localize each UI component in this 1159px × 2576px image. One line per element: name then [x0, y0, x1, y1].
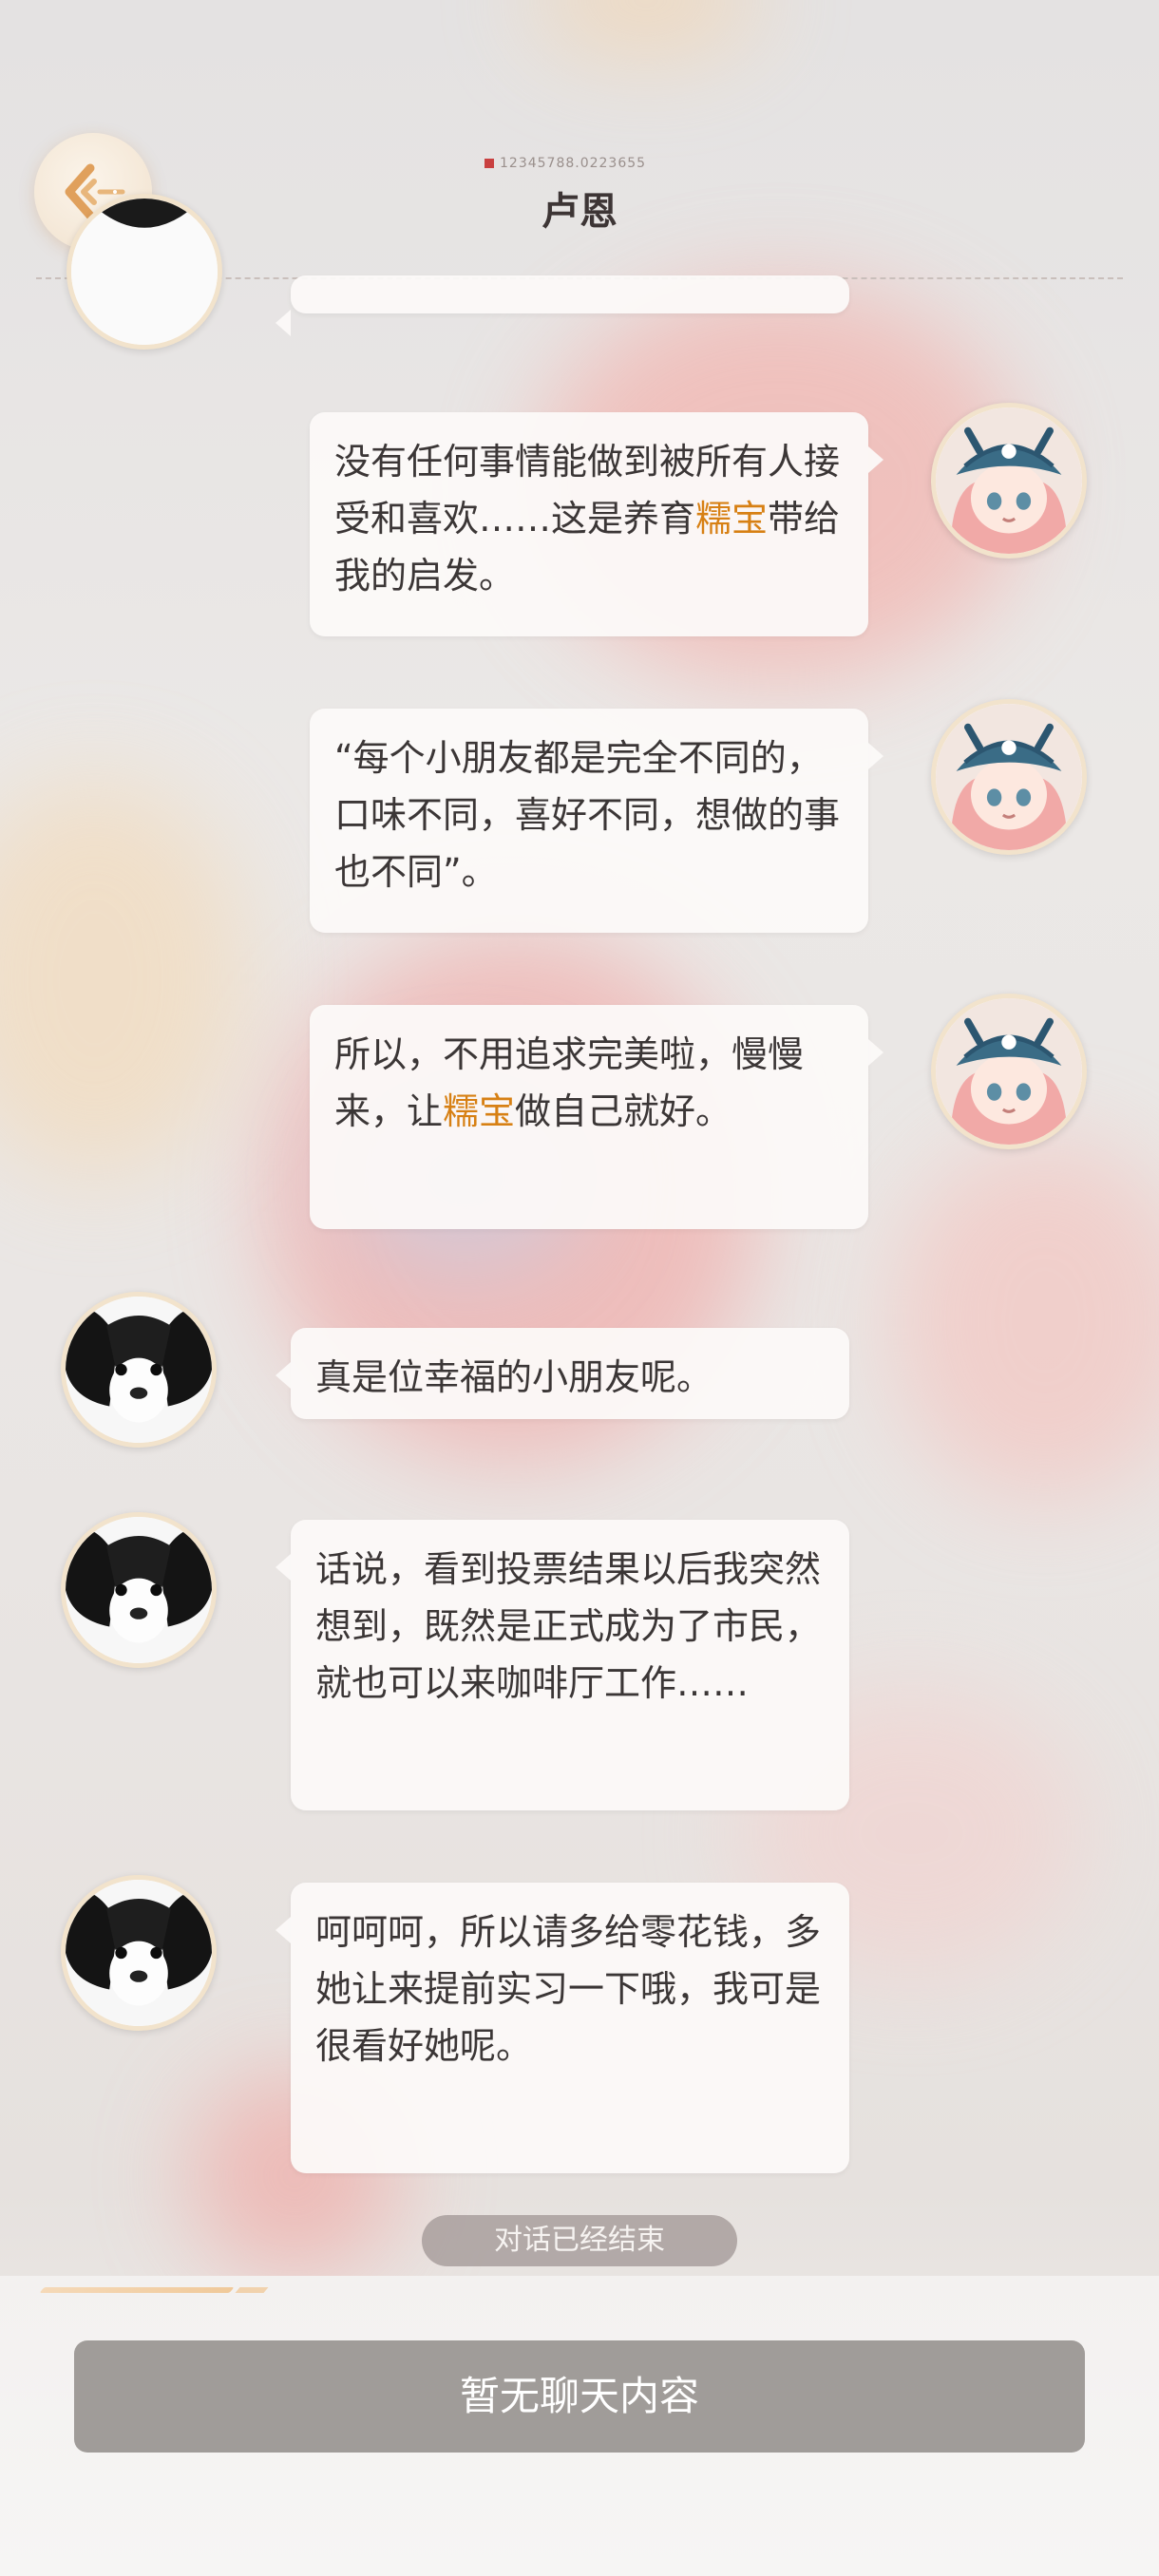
puppy-avatar — [66, 1517, 212, 1663]
highlight-text: 糯宝 — [443, 1090, 516, 1132]
message-text: 话说，看到投票结果以后我突然想到，既然是正式成为了市民，就也可以来咖啡厅工作…… — [315, 1548, 822, 1704]
girl-with-cap-avatar — [936, 704, 1082, 850]
highlight-text: 糯宝 — [695, 498, 769, 540]
message-text: 真是位幸福的小朋友呢。 — [315, 1356, 713, 1398]
header-mask — [0, 0, 1159, 285]
background — [0, 0, 1159, 2576]
message-bubble: 没有任何事情能做到被所有人接受和喜欢……这是养育糯宝带给我的启发。 — [310, 412, 884, 636]
message-text: “每个小朋友都是完全不同的，口味不同，喜好不同，想做的事也不同”。 — [334, 737, 841, 893]
bg-blob — [0, 779, 247, 1178]
girl-avatar — [931, 994, 1087, 1149]
footer-accent — [235, 2287, 269, 2293]
dog-avatar — [61, 1292, 217, 1448]
girl-with-cap-avatar — [936, 998, 1082, 1145]
message-bubble: 所以，不用追求完美啦，慢慢来，让糯宝做自己就好。 — [310, 1005, 884, 1229]
message-text: 做自己就好。 — [515, 1090, 732, 1132]
message-text: 呵呵呵，所以请多给零花钱，多她让来提前实习一下哦，我可是很看好她呢。 — [315, 1911, 822, 2067]
no-chat-content-button[interactable]: 暂无聊天内容 — [74, 2340, 1085, 2453]
puppy-avatar — [66, 1880, 212, 2026]
footer-accent — [39, 2287, 235, 2293]
puppy-avatar — [66, 1297, 212, 1443]
message-bubble: 呵呵呵，所以请多给零花钱，多她让来提前实习一下哦，我可是很看好她呢。 — [276, 1883, 849, 2173]
bg-blob — [893, 1140, 1159, 1501]
dog-avatar — [61, 1512, 217, 1668]
dog-avatar — [61, 1875, 217, 2031]
girl-avatar — [931, 699, 1087, 855]
conversation-ended-badge: 对话已经结束 — [422, 2215, 737, 2266]
girl-avatar — [931, 403, 1087, 559]
message-bubble: 话说，看到投票结果以后我突然想到，既然是正式成为了市民，就也可以来咖啡厅工作…… — [276, 1520, 849, 1810]
message-bubble: 真是位幸福的小朋友呢。 — [276, 1328, 849, 1419]
message-bubble: “每个小朋友都是完全不同的，口味不同，喜好不同，想做的事也不同”。 — [310, 709, 884, 933]
girl-with-cap-avatar — [936, 407, 1082, 554]
